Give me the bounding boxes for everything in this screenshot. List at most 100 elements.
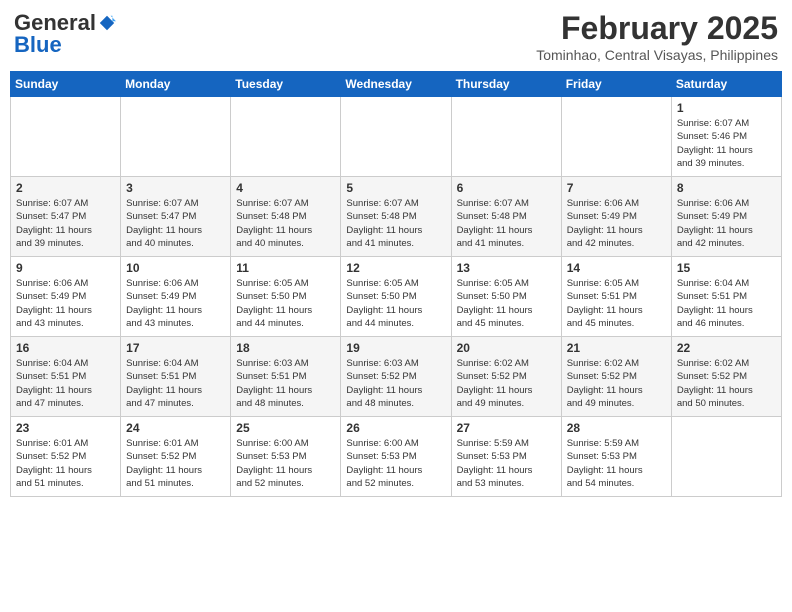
calendar-day-cell: 28 Sunrise: 5:59 AM Sunset: 5:53 PM Dayli… (561, 417, 671, 497)
day-number: 2 (16, 181, 115, 195)
day-info: Sunrise: 6:05 AM Sunset: 5:50 PM Dayligh… (236, 277, 335, 330)
day-number: 4 (236, 181, 335, 195)
day-info: Sunrise: 6:06 AM Sunset: 5:49 PM Dayligh… (567, 197, 666, 250)
calendar-day-cell: 10Sunrise: 6:06 AM Sunset: 5:49 PM Dayli… (121, 257, 231, 337)
calendar-day-cell (231, 97, 341, 177)
calendar-day-cell (451, 97, 561, 177)
calendar-day-cell: 15 Sunrise: 6:04 AM Sunset: 5:51 PM Dayli… (671, 257, 781, 337)
calendar-day-cell: 1 Sunrise: 6:07 AM Sunset: 5:46 PM Daylig… (671, 97, 781, 177)
day-info: Sunrise: 6:05 AM Sunset: 5:50 PM Dayligh… (457, 277, 556, 330)
day-number: 6 (457, 181, 556, 195)
day-number: 13 (457, 261, 556, 275)
day-info: Sunrise: 6:05 AM Sunset: 5:51 PM Dayligh… (567, 277, 666, 330)
day-number: 1 (677, 101, 776, 115)
day-number: 8 (677, 181, 776, 195)
calendar-day-cell: 25 Sunrise: 6:00 AM Sunset: 5:53 PM Dayli… (231, 417, 341, 497)
day-of-week-header: Friday (561, 72, 671, 97)
calendar-day-cell (561, 97, 671, 177)
day-number: 19 (346, 341, 445, 355)
day-info: Sunrise: 6:05 AM Sunset: 5:50 PM Dayligh… (346, 277, 445, 330)
page-header: General Blue February 2025 Tominhao, Cen… (10, 10, 782, 63)
logo-icon (98, 14, 116, 32)
calendar-day-cell: 5 Sunrise: 6:07 AM Sunset: 5:48 PM Daylig… (341, 177, 451, 257)
day-info: Sunrise: 6:04 AM Sunset: 5:51 PM Dayligh… (677, 277, 776, 330)
calendar-day-cell: 16 Sunrise: 6:04 AM Sunset: 5:51 PM Dayli… (11, 337, 121, 417)
day-info: Sunrise: 6:03 AM Sunset: 5:51 PM Dayligh… (236, 357, 335, 410)
day-info: Sunrise: 6:07 AM Sunset: 5:48 PM Dayligh… (236, 197, 335, 250)
day-info: Sunrise: 6:07 AM Sunset: 5:48 PM Dayligh… (346, 197, 445, 250)
day-info: Sunrise: 6:00 AM Sunset: 5:53 PM Dayligh… (346, 437, 445, 490)
month-year-title: February 2025 (536, 10, 778, 47)
day-number: 3 (126, 181, 225, 195)
day-info: Sunrise: 6:07 AM Sunset: 5:46 PM Dayligh… (677, 117, 776, 170)
day-number: 9 (16, 261, 115, 275)
calendar-day-cell: 4 Sunrise: 6:07 AM Sunset: 5:48 PM Daylig… (231, 177, 341, 257)
calendar-day-cell: 13 Sunrise: 6:05 AM Sunset: 5:50 PM Dayli… (451, 257, 561, 337)
day-info: Sunrise: 5:59 AM Sunset: 5:53 PM Dayligh… (457, 437, 556, 490)
day-info: Sunrise: 5:59 AM Sunset: 5:53 PM Dayligh… (567, 437, 666, 490)
day-of-week-header: Monday (121, 72, 231, 97)
logo: General Blue (14, 10, 116, 58)
day-number: 15 (677, 261, 776, 275)
calendar-day-cell (671, 417, 781, 497)
calendar-day-cell: 23 Sunrise: 6:01 AM Sunset: 5:52 PM Dayli… (11, 417, 121, 497)
day-info: Sunrise: 6:06 AM Sunset: 5:49 PM Dayligh… (16, 277, 115, 330)
day-info: Sunrise: 6:07 AM Sunset: 5:47 PM Dayligh… (126, 197, 225, 250)
day-number: 25 (236, 421, 335, 435)
calendar-day-cell: 9 Sunrise: 6:06 AM Sunset: 5:49 PM Daylig… (11, 257, 121, 337)
day-number: 28 (567, 421, 666, 435)
calendar-day-cell: 3 Sunrise: 6:07 AM Sunset: 5:47 PM Daylig… (121, 177, 231, 257)
day-number: 11 (236, 261, 335, 275)
calendar-table: SundayMondayTuesdayWednesdayThursdayFrid… (10, 71, 782, 497)
calendar-day-cell: 24Sunrise: 6:01 AM Sunset: 5:52 PM Dayli… (121, 417, 231, 497)
calendar-day-cell: 17 Sunrise: 6:04 AM Sunset: 5:51 PM Dayli… (121, 337, 231, 417)
day-info: Sunrise: 6:04 AM Sunset: 5:51 PM Dayligh… (16, 357, 115, 410)
calendar-header-row: SundayMondayTuesdayWednesdayThursdayFrid… (11, 72, 782, 97)
location-subtitle: Tominhao, Central Visayas, Philippines (536, 47, 778, 63)
calendar-day-cell: 8 Sunrise: 6:06 AM Sunset: 5:49 PM Daylig… (671, 177, 781, 257)
day-number: 17 (126, 341, 225, 355)
calendar-day-cell: 2Sunrise: 6:07 AM Sunset: 5:47 PM Daylig… (11, 177, 121, 257)
calendar-day-cell (11, 97, 121, 177)
day-info: Sunrise: 6:01 AM Sunset: 5:52 PM Dayligh… (126, 437, 225, 490)
day-info: Sunrise: 6:07 AM Sunset: 5:48 PM Dayligh… (457, 197, 556, 250)
day-of-week-header: Wednesday (341, 72, 451, 97)
calendar-day-cell: 27 Sunrise: 5:59 AM Sunset: 5:53 PM Dayli… (451, 417, 561, 497)
day-number: 14 (567, 261, 666, 275)
calendar-week-row: 16 Sunrise: 6:04 AM Sunset: 5:51 PM Dayli… (11, 337, 782, 417)
calendar-week-row: 1 Sunrise: 6:07 AM Sunset: 5:46 PM Daylig… (11, 97, 782, 177)
day-number: 7 (567, 181, 666, 195)
day-info: Sunrise: 6:02 AM Sunset: 5:52 PM Dayligh… (567, 357, 666, 410)
day-number: 22 (677, 341, 776, 355)
day-of-week-header: Sunday (11, 72, 121, 97)
day-of-week-header: Thursday (451, 72, 561, 97)
calendar-day-cell (341, 97, 451, 177)
day-of-week-header: Saturday (671, 72, 781, 97)
calendar-day-cell: 18Sunrise: 6:03 AM Sunset: 5:51 PM Dayli… (231, 337, 341, 417)
day-number: 16 (16, 341, 115, 355)
calendar-day-cell: 22Sunrise: 6:02 AM Sunset: 5:52 PM Dayli… (671, 337, 781, 417)
calendar-day-cell: 6 Sunrise: 6:07 AM Sunset: 5:48 PM Daylig… (451, 177, 561, 257)
calendar-week-row: 2 Sunrise: 6:07 AM Sunset: 5:47 PM Daylig… (11, 177, 782, 257)
calendar-day-cell: 19Sunrise: 6:03 AM Sunset: 5:52 PM Dayli… (341, 337, 451, 417)
day-number: 21 (567, 341, 666, 355)
day-info: Sunrise: 6:02 AM Sunset: 5:52 PM Dayligh… (457, 357, 556, 410)
logo-blue-text: Blue (14, 32, 62, 58)
day-info: Sunrise: 6:06 AM Sunset: 5:49 PM Dayligh… (677, 197, 776, 250)
day-number: 12 (346, 261, 445, 275)
day-of-week-header: Tuesday (231, 72, 341, 97)
calendar-day-cell: 21 Sunrise: 6:02 AM Sunset: 5:52 PM Dayli… (561, 337, 671, 417)
day-number: 5 (346, 181, 445, 195)
day-number: 26 (346, 421, 445, 435)
day-number: 27 (457, 421, 556, 435)
day-info: Sunrise: 6:01 AM Sunset: 5:52 PM Dayligh… (16, 437, 115, 490)
day-number: 20 (457, 341, 556, 355)
day-info: Sunrise: 6:06 AM Sunset: 5:49 PM Dayligh… (126, 277, 225, 330)
calendar-week-row: 23 Sunrise: 6:01 AM Sunset: 5:52 PM Dayli… (11, 417, 782, 497)
day-number: 23 (16, 421, 115, 435)
calendar-day-cell: 20 Sunrise: 6:02 AM Sunset: 5:52 PM Dayli… (451, 337, 561, 417)
calendar-day-cell: 11 Sunrise: 6:05 AM Sunset: 5:50 PM Dayli… (231, 257, 341, 337)
calendar-day-cell: 7 Sunrise: 6:06 AM Sunset: 5:49 PM Daylig… (561, 177, 671, 257)
day-info: Sunrise: 6:00 AM Sunset: 5:53 PM Dayligh… (236, 437, 335, 490)
day-info: Sunrise: 6:04 AM Sunset: 5:51 PM Dayligh… (126, 357, 225, 410)
